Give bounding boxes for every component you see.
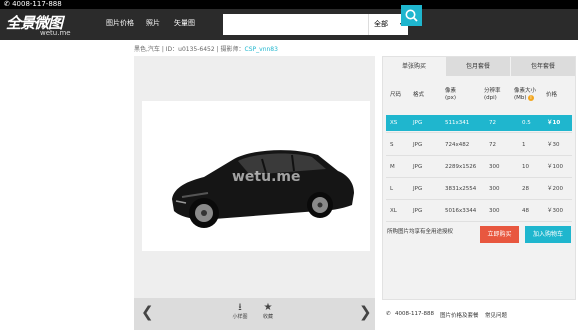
search-box: 全部 ▾ bbox=[223, 14, 408, 35]
row-format: JPG bbox=[413, 142, 423, 148]
row-divider bbox=[386, 177, 572, 178]
license-note: 所购图片均享有全用途授权 bbox=[387, 229, 454, 235]
header-format: 格式 bbox=[413, 92, 425, 98]
row-divider bbox=[386, 221, 572, 222]
row-format: JPG bbox=[413, 186, 423, 192]
price-row-xs[interactable]: XS JPG 511x341 72 0.5 ￥10 bbox=[386, 115, 572, 131]
price-row-l[interactable]: L JPG 3831x2554 300 28 ￥200 bbox=[386, 181, 572, 197]
search-button[interactable] bbox=[401, 5, 422, 26]
header-size: 尺码 bbox=[390, 92, 402, 98]
favorite-button[interactable]: ★ 收藏 bbox=[255, 302, 281, 320]
info-icon[interactable]: i bbox=[528, 95, 534, 101]
nav-photo[interactable]: 照片 bbox=[146, 18, 160, 28]
download-icon: ⭳ bbox=[238, 302, 242, 313]
price-row-s[interactable]: S JPG 724x482 72 1 ￥30 bbox=[386, 137, 572, 153]
download-label: 小样图 bbox=[232, 314, 248, 320]
row-format: JPG bbox=[413, 120, 423, 126]
row-price: ￥300 bbox=[547, 208, 563, 214]
row-size: M bbox=[390, 164, 395, 170]
row-mb: 28 bbox=[522, 186, 529, 192]
next-arrow-icon[interactable]: ❯ bbox=[359, 303, 372, 321]
row-price: ￥10 bbox=[547, 120, 561, 126]
row-mb: 10 bbox=[522, 164, 529, 170]
pricing-table-header: 尺码 格式 像素 (px) 分辨率 (dpi) 像素大小 (Mb) i 价格 bbox=[382, 84, 576, 114]
row-pixels: 2289x1526 bbox=[445, 164, 477, 170]
row-dpi: 300 bbox=[489, 164, 500, 170]
row-size: XL bbox=[390, 208, 397, 214]
nav-vector[interactable]: 矢量图 bbox=[174, 18, 195, 28]
footer-faq-link[interactable]: 常见问题 bbox=[485, 311, 507, 319]
tab-single[interactable]: 单张购买 bbox=[383, 57, 445, 76]
row-divider bbox=[386, 132, 572, 133]
phone-icon: ✆ bbox=[386, 311, 391, 317]
row-mb: 1 bbox=[522, 142, 526, 148]
row-format: JPG bbox=[413, 164, 423, 170]
price-row-m[interactable]: M JPG 2289x1526 300 10 ￥100 bbox=[386, 159, 572, 175]
prev-arrow-icon[interactable]: ❮ bbox=[141, 303, 154, 321]
footer-phone: 4008-117-888 bbox=[395, 311, 434, 317]
row-size: S bbox=[390, 142, 394, 148]
image-meta: 黑色,汽车 | ID：u0135-6452 | 摄影师：CSP_vnn83 bbox=[134, 46, 278, 53]
row-size: L bbox=[390, 186, 394, 192]
header-pixels: 像素 (px) bbox=[445, 88, 457, 101]
top-strip: ✆ 4008-117-888 bbox=[0, 0, 578, 9]
row-mb: 0.5 bbox=[522, 120, 531, 126]
header-price: 价格 bbox=[546, 92, 558, 98]
top-phone-number: 4008-117-888 bbox=[12, 0, 62, 8]
footer-price-link[interactable]: 图片价格及套餐 bbox=[440, 311, 479, 319]
row-pixels: 511x341 bbox=[445, 120, 470, 126]
row-dpi: 300 bbox=[489, 208, 500, 214]
row-mb: 48 bbox=[522, 208, 529, 214]
download-button[interactable]: ⭳ 小样图 bbox=[227, 302, 253, 320]
row-pixels: 3831x2554 bbox=[445, 186, 477, 192]
search-input[interactable] bbox=[223, 14, 371, 33]
row-divider bbox=[386, 155, 572, 156]
image-id: ID：u0135-6452 bbox=[165, 46, 215, 53]
site-header: 全景微图 wetu.me 图片价格 照片 矢量图 全部 ▾ bbox=[0, 9, 578, 40]
star-icon: ★ bbox=[263, 302, 273, 313]
photographer-link[interactable]: CSP_vnn83 bbox=[245, 46, 278, 53]
nav-price[interactable]: 图片价格 bbox=[106, 18, 134, 28]
favorite-label: 收藏 bbox=[262, 314, 273, 320]
row-price: ￥200 bbox=[547, 186, 563, 192]
row-price: ￥100 bbox=[547, 164, 563, 170]
buy-now-button[interactable]: 立即购买 bbox=[480, 226, 519, 243]
row-pixels: 5016x3344 bbox=[445, 208, 477, 214]
image-watermark: wetu.me bbox=[232, 169, 301, 185]
add-to-cart-button[interactable]: 加入购物车 bbox=[525, 226, 571, 243]
tab-monthly[interactable]: 包月套餐 bbox=[446, 57, 510, 76]
row-dpi: 300 bbox=[489, 186, 500, 192]
row-dpi: 72 bbox=[489, 120, 496, 126]
row-dpi: 72 bbox=[489, 142, 496, 148]
top-phone: ✆ 4008-117-888 bbox=[4, 0, 62, 8]
image-keywords[interactable]: 黑色,汽车 bbox=[134, 46, 160, 53]
tab-yearly[interactable]: 包年套餐 bbox=[511, 57, 575, 76]
logo-subtext: wetu.me bbox=[40, 29, 71, 37]
row-price: ￥30 bbox=[547, 142, 560, 148]
row-divider bbox=[386, 199, 572, 200]
site-logo[interactable]: 全景微图 wetu.me bbox=[6, 12, 71, 37]
row-pixels: 724x482 bbox=[445, 142, 470, 148]
search-icon bbox=[405, 9, 418, 22]
photographer-label: 摄影师： bbox=[220, 46, 245, 53]
price-row-xl[interactable]: XL JPG 5016x3344 300 48 ￥300 bbox=[386, 203, 572, 219]
header-resolution: 分辨率 (dpi) bbox=[484, 88, 501, 101]
row-format: JPG bbox=[413, 208, 423, 214]
row-size: XS bbox=[390, 120, 398, 126]
search-category-label: 全部 bbox=[374, 20, 388, 28]
